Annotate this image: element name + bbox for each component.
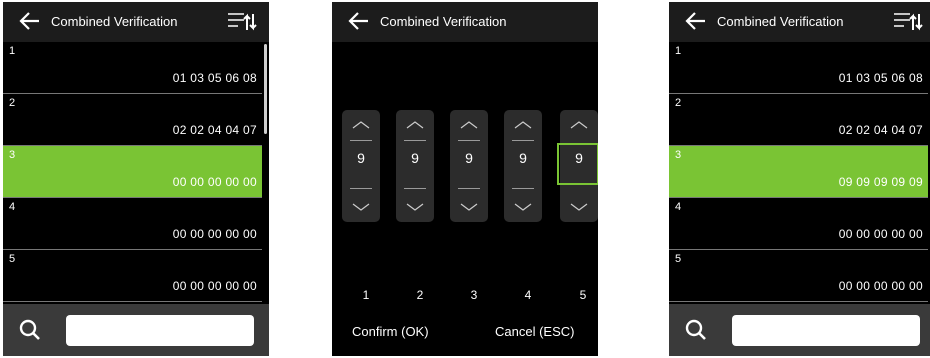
search-icon[interactable] <box>683 317 709 343</box>
row-value: 01 03 05 06 08 <box>172 71 257 85</box>
divider <box>404 140 426 141</box>
combination-list: 1 01 03 05 06 08 2 02 02 04 04 07 3 09 09 0… <box>669 42 929 302</box>
cancel-button[interactable]: Cancel (ESC) <box>495 324 574 339</box>
header-bar: Combined Verification <box>3 2 269 42</box>
confirm-button[interactable]: Confirm (OK) <box>352 324 429 339</box>
digit-picker-screen: Combined Verification 9 9 9 9 9 1 2 3 4 <box>332 2 598 356</box>
list-item[interactable]: 1 01 03 05 06 08 <box>3 42 262 94</box>
chevron-up-icon[interactable] <box>504 112 542 140</box>
list-item[interactable]: 1 01 03 05 06 08 <box>669 42 928 94</box>
divider <box>512 140 534 141</box>
column-label: 2 <box>416 288 424 302</box>
row-number: 3 <box>9 149 16 161</box>
chevron-down-icon[interactable] <box>342 192 380 220</box>
digit-value: 9 <box>519 150 527 166</box>
row-number: 2 <box>9 97 16 109</box>
digit-spinner[interactable]: 9 <box>450 110 488 222</box>
list-item[interactable]: 2 02 02 04 04 07 <box>669 94 928 146</box>
row-value: 01 03 05 06 08 <box>838 71 923 85</box>
sort-icon[interactable] <box>892 10 924 34</box>
page-title: Combined Verification <box>380 14 507 29</box>
row-number: 1 <box>675 45 682 57</box>
list-item-selected[interactable]: 3 09 09 09 09 09 <box>669 146 928 198</box>
back-arrow-icon[interactable] <box>683 8 709 34</box>
page-title: Combined Verification <box>717 14 844 29</box>
combination-list: 1 01 03 05 06 08 2 02 02 04 04 07 3 00 00 0… <box>3 42 263 302</box>
list-screen: Combined Verification 1 01 03 05 06 08 2 0… <box>3 2 269 356</box>
header-bar: Combined Verification <box>669 2 930 42</box>
digit-value: 9 <box>357 150 365 166</box>
chevron-up-icon[interactable] <box>450 112 488 140</box>
row-number: 2 <box>675 97 682 109</box>
divider <box>350 140 372 141</box>
divider <box>512 188 534 189</box>
digit-value: 9 <box>411 150 419 166</box>
search-input[interactable] <box>732 315 920 346</box>
row-value: 00 00 00 00 00 <box>838 279 923 293</box>
column-label: 3 <box>470 288 478 302</box>
back-arrow-icon[interactable] <box>17 8 43 34</box>
digit-spinner[interactable]: 9 <box>342 110 380 222</box>
digit-value: 9 <box>575 150 583 166</box>
back-arrow-icon[interactable] <box>346 8 372 34</box>
chevron-up-icon[interactable] <box>560 112 598 140</box>
search-icon[interactable] <box>17 317 43 343</box>
column-label: 1 <box>362 288 370 302</box>
search-bar <box>669 304 930 356</box>
digit-spinner[interactable]: 9 <box>396 110 434 222</box>
row-value: 09 09 09 09 09 <box>838 175 923 189</box>
list-item[interactable]: 4 00 00 00 00 00 <box>669 198 928 250</box>
list-item[interactable]: 5 00 00 00 00 00 <box>3 250 262 302</box>
row-value: 00 00 00 00 00 <box>172 227 257 241</box>
digit-value: 9 <box>465 150 473 166</box>
column-label: 5 <box>579 288 587 302</box>
chevron-down-icon[interactable] <box>504 192 542 220</box>
divider <box>458 188 480 189</box>
chevron-down-icon[interactable] <box>396 192 434 220</box>
digit-spinner-focused[interactable]: 9 <box>557 110 598 222</box>
row-number: 1 <box>9 45 16 57</box>
chevron-down-icon[interactable] <box>450 192 488 220</box>
row-number: 5 <box>9 253 16 265</box>
row-value: 00 00 00 00 00 <box>172 279 257 293</box>
list-item-selected[interactable]: 3 00 00 00 00 00 <box>3 146 262 198</box>
row-value: 00 00 00 00 00 <box>172 175 257 189</box>
page-title: Combined Verification <box>51 14 178 29</box>
row-value: 02 02 04 04 07 <box>172 123 257 137</box>
row-number: 4 <box>9 201 16 213</box>
row-number: 5 <box>675 253 682 265</box>
row-value: 02 02 04 04 07 <box>838 123 923 137</box>
chevron-up-icon[interactable] <box>342 112 380 140</box>
row-value: 00 00 00 00 00 <box>838 227 923 241</box>
search-bar <box>3 304 269 356</box>
divider <box>350 188 372 189</box>
chevron-down-icon[interactable] <box>560 192 598 220</box>
list-screen: Combined Verification 1 01 03 05 06 08 2 0… <box>669 2 930 356</box>
chevron-up-icon[interactable] <box>396 112 434 140</box>
digit-spinner[interactable]: 9 <box>504 110 542 222</box>
scrollbar[interactable] <box>264 44 267 134</box>
row-number: 3 <box>675 149 682 161</box>
divider <box>458 140 480 141</box>
row-number: 4 <box>675 201 682 213</box>
sort-icon[interactable] <box>226 10 258 34</box>
divider <box>404 188 426 189</box>
list-item[interactable]: 4 00 00 00 00 00 <box>3 198 262 250</box>
header-bar: Combined Verification <box>332 2 598 42</box>
list-item[interactable]: 2 02 02 04 04 07 <box>3 94 262 146</box>
search-input[interactable] <box>66 315 254 346</box>
list-item[interactable]: 5 00 00 00 00 00 <box>669 250 928 302</box>
column-label: 4 <box>524 288 532 302</box>
